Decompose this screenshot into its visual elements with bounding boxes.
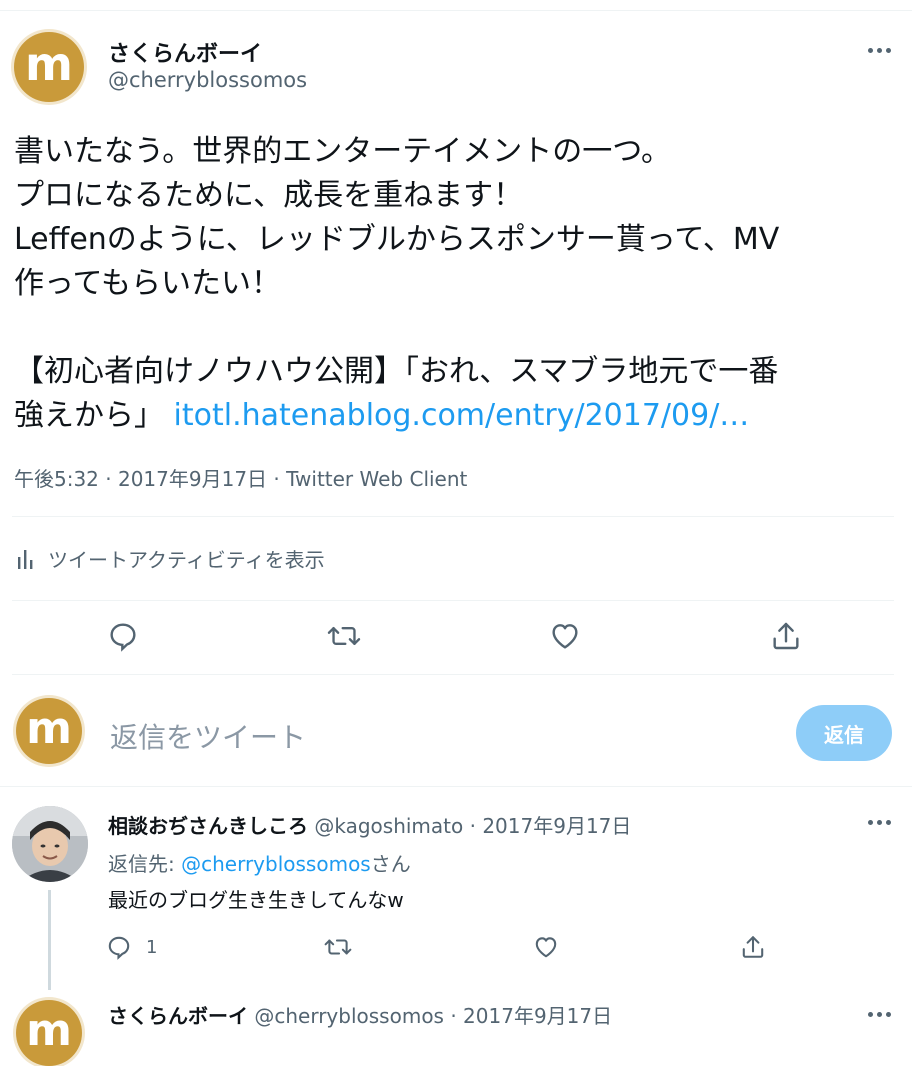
more-options-icon[interactable] (868, 48, 891, 53)
composer-avatar: m (16, 698, 82, 764)
top-divider (0, 10, 912, 11)
divider (12, 516, 894, 517)
reply2-handle-date[interactable]: @cherryblossomos · 2017年9月17日 (254, 1004, 612, 1028)
retweet-icon (327, 626, 361, 646)
author-avatar[interactable]: m (14, 32, 84, 102)
reply-icon (108, 936, 130, 960)
tweet-meta: 午後5:32 · 2017年9月17日 · Twitter Web Client (14, 467, 468, 491)
tweet-link[interactable]: itotl.hatenablog.com/entry/2017/09/… (174, 398, 750, 433)
tweet-line: Leffenのように、レッドブルからスポンサー貰って、MV (14, 222, 780, 257)
reply-input[interactable]: 返信をツイート (110, 716, 750, 756)
reply-icon (110, 623, 136, 652)
reply-text: 最近のブログ生き生きしてんなw (108, 888, 404, 912)
tweet-line: 【初心者向けノウハウ公開】「おれ、スマブラ地元で一番 (14, 354, 779, 389)
avatar-letter: m (26, 702, 72, 754)
reply2-more-options-icon[interactable] (868, 1012, 891, 1017)
tweet-line: 作ってもらいたい！ (14, 266, 281, 301)
reply1-retweet-button[interactable] (324, 934, 352, 960)
author-handle[interactable]: @cherryblossomos (108, 68, 307, 92)
reply-avatar[interactable] (12, 806, 88, 882)
tweet-line: 強えから」 itotl.hatenablog.com/entry/2017/09… (14, 394, 894, 438)
reply2-author-name[interactable]: さくらんボーイ (108, 1004, 248, 1028)
reply-count: 1 (146, 936, 158, 958)
reply-more-options-icon[interactable] (868, 820, 891, 825)
reply-submit-button[interactable]: 返信 (796, 705, 892, 761)
reply-to-handle[interactable]: @cherryblossomos (181, 852, 371, 876)
retweet-button[interactable] (327, 620, 361, 652)
author-name[interactable]: さくらんボーイ (108, 36, 262, 68)
retweet-icon (324, 939, 352, 955)
share-button[interactable] (770, 620, 802, 652)
reply2-avatar[interactable]: m (16, 1000, 82, 1066)
reply-to-line: 返信先: @cherryblossomosさん (108, 848, 411, 877)
share-icon (773, 622, 799, 650)
tweet-activity-link[interactable]: ツイートアクティビティを表示 (16, 544, 325, 573)
activity-label: ツイートアクティビティを表示 (48, 548, 325, 572)
reply-header: 相談おぢさんきしころ @kagoshimato · 2017年9月17日 (108, 810, 631, 839)
divider (12, 600, 894, 601)
avatar-letter: m (26, 1004, 72, 1056)
reply-to-prefix: 返信先: (108, 852, 182, 876)
reply1-reply-button[interactable]: 1 (106, 934, 157, 960)
tweet-body: 書いたなう。世界的エンターテイメントの一つ。 プロになるために、成長を重ねます！… (14, 130, 894, 438)
heart-icon (535, 937, 557, 958)
reply1-share-button[interactable] (740, 934, 766, 960)
person-photo (12, 806, 88, 882)
reply-author-name[interactable]: 相談おぢさんきしころ (108, 814, 308, 838)
reply-to-suffix: さん (370, 852, 411, 876)
like-button[interactable] (549, 620, 581, 652)
thread-line (48, 890, 51, 990)
divider (12, 674, 894, 675)
reply-button[interactable] (107, 620, 139, 652)
tweet-line: プロになるために、成長を重ねます！ (14, 178, 524, 213)
avatar-letter: m (25, 37, 73, 91)
share-icon (742, 936, 764, 958)
analytics-icon (18, 549, 33, 569)
reply1-like-button[interactable] (533, 934, 559, 960)
tweet-line: 書いたなう。世界的エンターテイメントの一つ。 (14, 134, 671, 169)
reply2-header: さくらんボーイ @cherryblossomos · 2017年9月17日 (108, 1000, 612, 1029)
heart-icon (552, 624, 578, 649)
divider (0, 786, 912, 787)
tweet-line-text: 強えから」 (14, 398, 174, 433)
reply-handle-date[interactable]: @kagoshimato · 2017年9月17日 (314, 814, 631, 838)
